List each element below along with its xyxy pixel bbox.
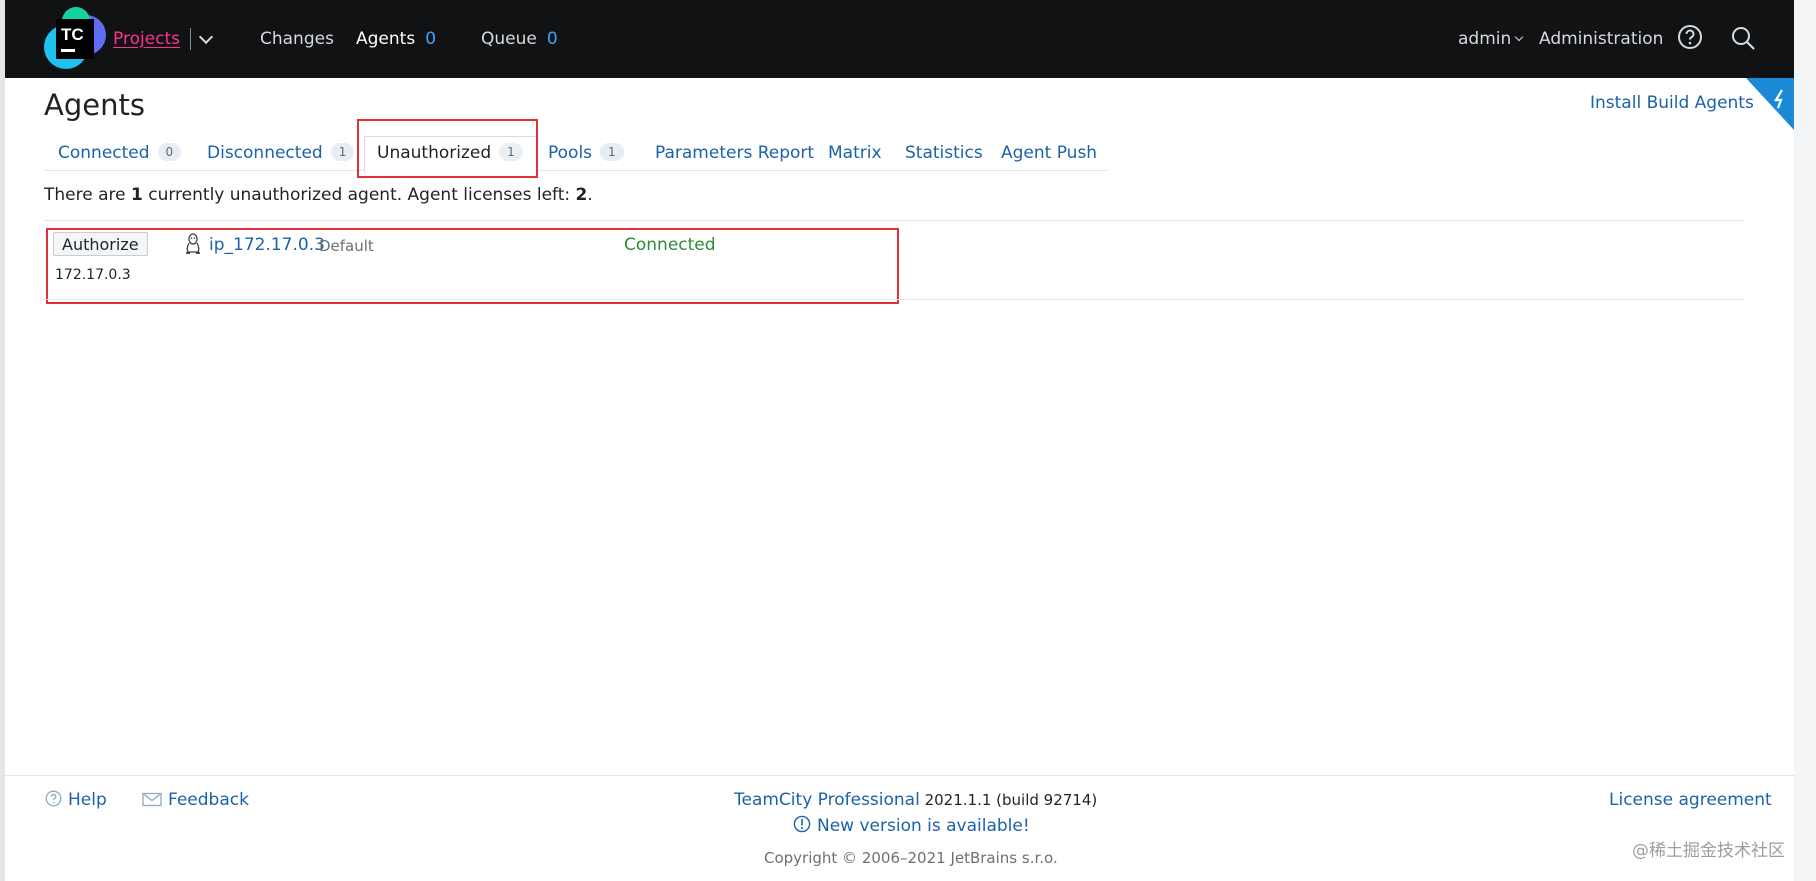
top-navigation-bar: TC Projects Changes Agents 0 Queue 0 adm… bbox=[5, 0, 1794, 78]
divider bbox=[44, 299, 1745, 300]
user-menu[interactable]: admin bbox=[1458, 0, 1524, 78]
help-circle-icon bbox=[45, 790, 62, 807]
product-info: TeamCity Professional 2021.1.1 (build 92… bbox=[734, 790, 1097, 810]
chevron-down-icon[interactable] bbox=[198, 29, 214, 44]
new-version-link[interactable]: New version is available! bbox=[793, 815, 1030, 836]
copyright: Copyright © 2006–2021 JetBrains s.r.o. bbox=[764, 849, 1058, 867]
projects-menu[interactable]: Projects bbox=[113, 0, 214, 78]
info-suffix: . bbox=[587, 185, 593, 205]
new-version-label: New version is available! bbox=[817, 816, 1030, 836]
license-agreement-link[interactable]: License agreement bbox=[1609, 790, 1772, 810]
highlight-box-agent-row bbox=[46, 228, 899, 304]
watermark: @稀土掘金技术社区 bbox=[1632, 841, 1785, 861]
envelope-icon bbox=[142, 792, 162, 807]
unauthorized-info: There are 1 currently unauthorized agent… bbox=[44, 185, 593, 205]
tab-label: Pools bbox=[548, 143, 593, 163]
queue-count: 0 bbox=[546, 29, 558, 49]
tab-pools[interactable]: Pools 1 bbox=[548, 143, 624, 163]
help-link[interactable]: Help bbox=[45, 790, 107, 810]
info-prefix: There are bbox=[44, 185, 131, 205]
highlight-box-tab bbox=[357, 119, 538, 178]
search-icon[interactable] bbox=[1730, 25, 1756, 51]
tab-connected[interactable]: Connected 0 bbox=[58, 143, 182, 163]
exclamation-circle-icon bbox=[793, 815, 811, 833]
svg-text:TC: TC bbox=[61, 25, 84, 44]
agent-tabs: Connected 0 Disconnected 1 Unauthorized 1 P… bbox=[44, 136, 1107, 173]
nav-queue[interactable]: Queue 0 bbox=[481, 0, 558, 78]
feedback-label: Feedback bbox=[168, 790, 249, 810]
nav-changes[interactable]: Changes bbox=[260, 29, 334, 49]
tab-label: Connected bbox=[58, 143, 150, 163]
nav-queue-label[interactable]: Queue bbox=[481, 29, 537, 49]
help-icon[interactable] bbox=[1677, 24, 1703, 50]
agents-count: 0 bbox=[425, 29, 437, 49]
nav-administration[interactable]: Administration bbox=[1539, 29, 1663, 49]
tab-matrix[interactable]: Matrix bbox=[828, 143, 882, 163]
product-version: 2021.1.1 (build 92714) bbox=[919, 791, 1098, 809]
tab-parameters-report[interactable]: Parameters Report bbox=[655, 143, 814, 163]
feedback-link[interactable]: Feedback bbox=[142, 790, 249, 810]
tab-count: 1 bbox=[600, 143, 624, 161]
teamcity-logo[interactable]: TC bbox=[42, 7, 108, 73]
tab-agent-push[interactable]: Agent Push bbox=[1001, 143, 1097, 163]
tab-count: 0 bbox=[157, 143, 182, 161]
install-build-agents-link[interactable]: Install Build Agents bbox=[1590, 93, 1754, 113]
nav-agents[interactable]: Agents 0 bbox=[356, 0, 436, 78]
tab-count: 1 bbox=[330, 143, 355, 161]
divider bbox=[190, 28, 192, 50]
right-edge bbox=[1794, 0, 1816, 881]
footer-divider bbox=[5, 775, 1794, 776]
divider bbox=[44, 220, 1745, 221]
info-count: 1 bbox=[131, 185, 143, 205]
tab-label: Disconnected bbox=[207, 143, 323, 163]
nav-projects[interactable]: Projects bbox=[113, 29, 180, 49]
nav-agents-label[interactable]: Agents bbox=[356, 29, 415, 49]
user-name[interactable]: admin bbox=[1458, 29, 1511, 49]
tab-statistics[interactable]: Statistics bbox=[905, 143, 983, 163]
page-title: Agents bbox=[44, 88, 145, 122]
left-edge bbox=[0, 0, 5, 881]
info-middle: currently unauthorized agent. Agent lice… bbox=[142, 185, 576, 205]
info-licenses: 2 bbox=[575, 185, 588, 205]
product-link[interactable]: TeamCity Professional bbox=[734, 790, 920, 810]
tab-disconnected[interactable]: Disconnected 1 bbox=[207, 143, 355, 163]
help-label: Help bbox=[68, 790, 107, 810]
chevron-down-icon bbox=[1515, 32, 1524, 42]
